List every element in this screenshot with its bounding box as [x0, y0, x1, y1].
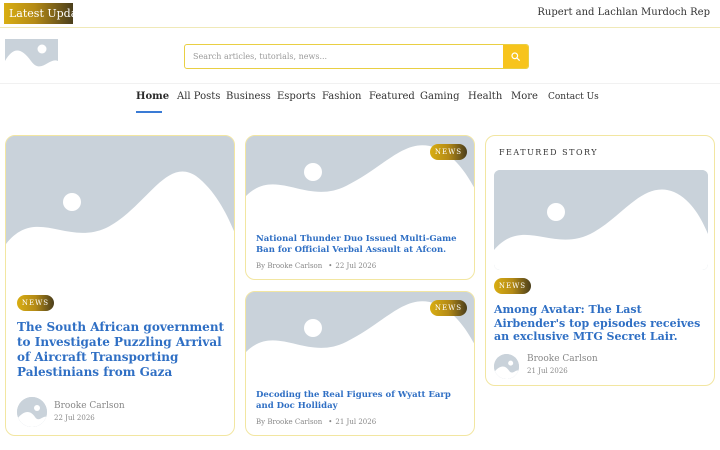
- main-story-title[interactable]: The South African government to Investig…: [17, 320, 229, 380]
- nav-item-featured[interactable]: Featured: [369, 91, 415, 102]
- post-date: 21 Jul 2026: [527, 367, 568, 375]
- featured-story-image: [494, 170, 708, 270]
- post-date: 22 Jul 2026: [335, 262, 377, 270]
- featured-story-title[interactable]: Among Avatar: The Last Airbender's top e…: [494, 303, 706, 344]
- author-name[interactable]: Brooke Carlson: [527, 354, 598, 364]
- site-logo[interactable]: [5, 39, 58, 74]
- search-bar: [184, 44, 529, 69]
- search-button[interactable]: [503, 45, 528, 68]
- category-badge[interactable]: NEWS: [494, 278, 531, 294]
- post-date: 22 Jul 2026: [54, 414, 95, 422]
- top-bar: Latest Update Rupert and Lachlan Murdoch…: [0, 0, 720, 28]
- image-placeholder-icon: [6, 136, 234, 288]
- site-header: [0, 28, 720, 84]
- main-nav: Home All Posts Business Esports Fashion …: [0, 84, 720, 114]
- nav-item-all-posts[interactable]: All Posts: [177, 91, 220, 102]
- nav-item-health[interactable]: Health: [468, 91, 502, 102]
- avatar-placeholder-icon: [494, 354, 519, 379]
- nav-item-more[interactable]: More: [511, 91, 538, 102]
- author-name[interactable]: By Brooke Carlson: [256, 262, 322, 270]
- latest-update-badge: Latest Update: [4, 3, 88, 24]
- category-badge[interactable]: NEWS: [430, 144, 467, 160]
- featured-story-card[interactable]: FEATURED STORY NEWS Among Avatar: The La…: [485, 135, 715, 386]
- search-input[interactable]: [185, 45, 503, 68]
- story-title[interactable]: Decoding the Real Figures of Wyatt Earp …: [256, 390, 468, 412]
- nav-item-gaming[interactable]: Gaming: [420, 91, 459, 102]
- story-card[interactable]: NEWS National Thunder Duo Issued Multi-G…: [245, 135, 475, 280]
- category-badge[interactable]: NEWS: [17, 295, 54, 311]
- main-story-card[interactable]: NEWS The South African government to Inv…: [5, 135, 235, 436]
- nav-item-business[interactable]: Business: [226, 91, 271, 102]
- news-ticker-link[interactable]: Rupert and Lachlan Murdoch Rep: [537, 7, 710, 18]
- featured-section-label: FEATURED STORY: [499, 148, 599, 157]
- author-name[interactable]: Brooke Carlson: [54, 401, 125, 411]
- image-placeholder-icon: [494, 170, 708, 270]
- search-icon: [511, 52, 520, 61]
- story-meta: By Brooke Carlson • 21 Jul 2026: [256, 418, 377, 426]
- story-card[interactable]: NEWS Decoding the Real Figures of Wyatt …: [245, 291, 475, 436]
- author-avatar: [17, 397, 47, 427]
- nav-item-fashion[interactable]: Fashion: [322, 91, 361, 102]
- nav-item-contact-us[interactable]: Contact Us: [548, 92, 599, 102]
- author-avatar: [494, 354, 519, 379]
- image-placeholder-icon: [5, 39, 58, 74]
- avatar-placeholder-icon: [17, 397, 47, 427]
- author-name[interactable]: By Brooke Carlson: [256, 418, 322, 426]
- active-tab-indicator: [136, 111, 162, 113]
- nav-item-esports[interactable]: Esports: [277, 91, 316, 102]
- post-date: 21 Jul 2026: [335, 418, 377, 426]
- story-meta: By Brooke Carlson • 22 Jul 2026: [256, 262, 377, 270]
- story-title[interactable]: National Thunder Duo Issued Multi-Game B…: [256, 234, 468, 256]
- category-badge[interactable]: NEWS: [430, 300, 467, 316]
- main-story-image: [6, 136, 234, 288]
- nav-item-home[interactable]: Home: [136, 91, 169, 102]
